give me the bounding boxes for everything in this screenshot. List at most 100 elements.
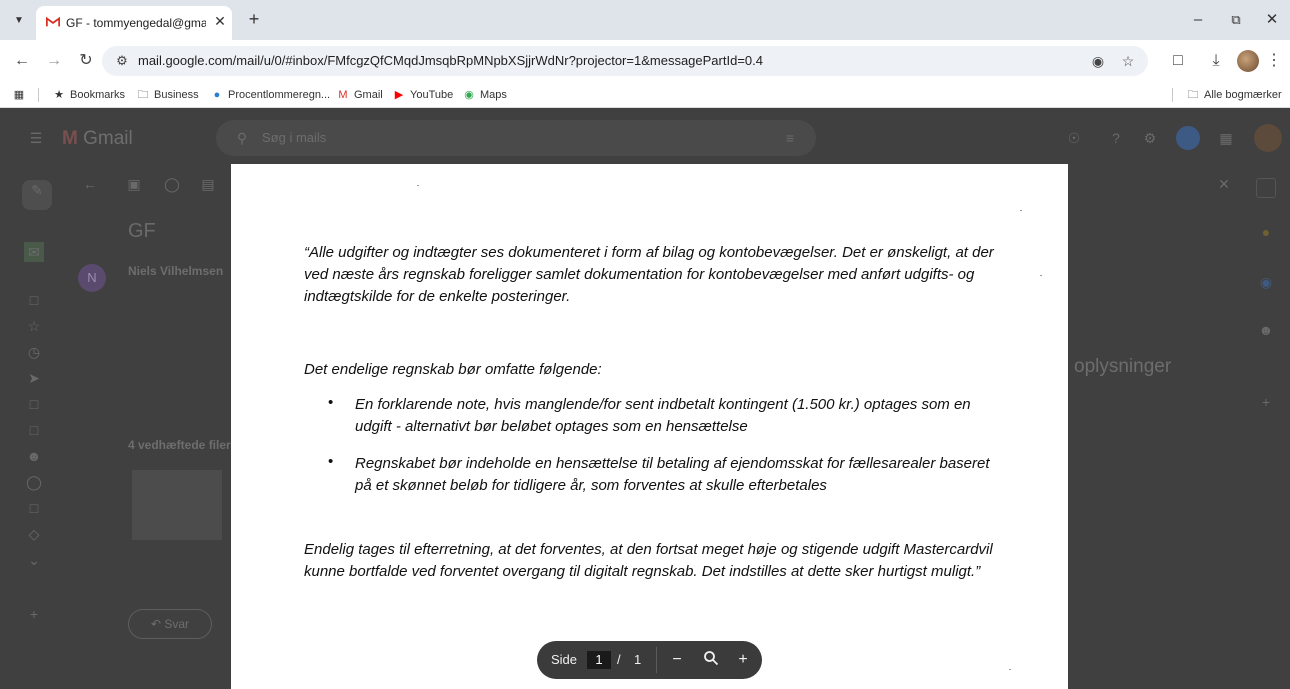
new-tab-icon[interactable]: + <box>244 9 264 29</box>
bullet-dot: • <box>328 453 334 470</box>
pdf-page: “Alle udgifter og indtægter ses dokument… <box>231 164 1068 689</box>
starred-icon[interactable]: ☆ <box>24 316 44 336</box>
scan-speck <box>1040 275 1042 276</box>
restore-icon[interactable]: ⧉ <box>1224 10 1248 30</box>
pdf-paragraph-3: Endelig tages til efterretning, at det f… <box>304 541 993 580</box>
mail-icon[interactable]: ✉ <box>24 242 44 262</box>
attachment-thumbnail[interactable] <box>132 470 222 540</box>
filter-icon[interactable]: ≡ <box>780 128 800 148</box>
bookmarks-bar: ▦ ★ Bookmarks 🗀 Business ● Procentlommeregn… <box>0 82 1290 108</box>
tab-gmail[interactable]: GF - tommyengedal@gmail.com ✕ <box>36 6 232 40</box>
star-icon: ★ <box>54 89 64 101</box>
back-arrow-icon[interactable]: ← <box>12 51 32 71</box>
sender-avatar: N <box>78 264 106 292</box>
attachments-label: 4 vedhæftede filer <box>128 438 231 452</box>
chat-icon[interactable]: □ <box>24 498 44 518</box>
folder-icon: 🗀 <box>1187 89 1199 101</box>
back-icon[interactable]: ← <box>80 174 100 194</box>
settings-gear-icon[interactable]: ⚙ <box>1140 128 1160 148</box>
pdf-bullet-2: Regnskabet bør indeholde en hensættelse … <box>355 455 990 494</box>
close-viewer-icon[interactable]: ✕ <box>1214 174 1234 194</box>
bookmark-youtube[interactable]: ▶ YouTube <box>392 87 453 103</box>
calendar-icon[interactable] <box>1256 178 1276 198</box>
toolbar-divider <box>656 647 657 673</box>
bookmark-star-icon[interactable]: ☆ <box>1118 51 1138 71</box>
bookmark-gmail[interactable]: M Gmail <box>336 87 382 103</box>
folder-icon: 🗀 <box>137 89 149 101</box>
gmail-search[interactable]: ⚲ Søg i mails ≡ <box>216 120 816 156</box>
tab-search-chevron-icon[interactable]: ▼ <box>9 11 29 31</box>
page-label: Side <box>551 652 578 667</box>
bookmarks-divider <box>38 88 39 102</box>
account-avatar[interactable] <box>1254 124 1282 152</box>
scan-speck <box>1009 669 1011 670</box>
drafts-icon[interactable]: □ <box>24 394 44 414</box>
pdf-bullet-1: En forklarende note, hvis manglende/for … <box>355 396 971 435</box>
url-text[interactable]: mail.google.com/mail/u/0/#inbox/FMfcgzQf… <box>138 53 763 68</box>
reply-icon: ↶ <box>150 617 162 631</box>
calculator-icon: ● <box>213 89 221 101</box>
delete-icon[interactable]: ▤ <box>198 174 218 194</box>
forward-arrow-icon[interactable]: → <box>44 51 64 71</box>
gemini-icon[interactable] <box>1176 126 1200 150</box>
expand-icon[interactable]: ⌄ <box>24 550 44 570</box>
search-placeholder: Søg i mails <box>262 130 327 145</box>
profile-avatar[interactable] <box>1237 50 1259 72</box>
extensions-icon[interactable]: □ <box>1168 51 1188 71</box>
zoom-out-button[interactable]: − <box>667 650 687 670</box>
people-icon[interactable]: ☻ <box>24 446 44 466</box>
add-icon[interactable]: + <box>24 604 44 624</box>
browser-toolbar: ← → ↻ ⚙ mail.google.com/mail/u/0/#inbox/… <box>0 40 1290 82</box>
address-bar[interactable]: ⚙ mail.google.com/mail/u/0/#inbox/FMfcgz… <box>102 46 1148 76</box>
maps-icon: ◉ <box>464 89 474 101</box>
label-icon[interactable]: □ <box>24 420 44 440</box>
add-addon-icon[interactable]: + <box>1256 392 1276 412</box>
gmail-logo: M Gmail <box>62 128 133 149</box>
pdf-paragraph-2: Det endelige regnskab bør omfatte følgen… <box>304 361 602 378</box>
pdf-page-toolbar: Side 1 / 1 − + <box>537 641 762 679</box>
apps-grid-icon[interactable]: ▦ <box>12 87 30 103</box>
compose-icon[interactable]: ✎ <box>22 180 52 210</box>
sender-name: Niels Vilhelmsen <box>128 264 224 278</box>
snoozed-icon[interactable]: ◷ <box>24 342 44 362</box>
bullet-dot: • <box>328 394 334 411</box>
sent-icon[interactable]: ➤ <box>24 368 44 388</box>
youtube-icon: ▶ <box>394 89 404 101</box>
reload-icon[interactable]: ↻ <box>76 51 96 71</box>
tasks-icon[interactable]: ◉ <box>1256 272 1276 292</box>
keep-icon[interactable]: ● <box>1256 222 1276 242</box>
spam-icon[interactable]: ◯ <box>162 174 182 194</box>
archive-icon[interactable]: ▣ <box>124 174 144 194</box>
apps-icon[interactable]: ▦ <box>1216 128 1236 148</box>
gmail-icon: M <box>338 89 348 101</box>
more-menu-icon[interactable]: ⋮ <box>1264 51 1284 71</box>
main-menu-icon[interactable]: ☰ <box>26 128 46 148</box>
lens-icon[interactable]: ◉ <box>1088 51 1108 71</box>
current-page-input[interactable]: 1 <box>587 651 611 669</box>
all-bookmarks[interactable]: 🗀 Alle bogmærker <box>1186 87 1282 103</box>
tab-title: GF - tommyengedal@gmail.com <box>66 16 206 30</box>
minimize-icon[interactable]: – <box>1186 10 1210 30</box>
bookmark-business[interactable]: 🗀 Business <box>136 87 199 103</box>
site-info-icon[interactable]: ⚙ <box>112 51 132 71</box>
contacts-icon[interactable]: ☻ <box>1256 320 1276 340</box>
download-icon[interactable]: ⤓ <box>1206 51 1226 71</box>
bookmark-bookmarks[interactable]: ★ Bookmarks <box>52 87 125 103</box>
tab-strip: ▼ GF - tommyengedal@gmail.com ✕ + – ⧉ ✕ <box>0 0 1290 40</box>
support-icon[interactable]: ☉ <box>1064 128 1084 148</box>
pdf-paragraph-1: “Alle udgifter og indtægter ses dokument… <box>304 244 994 305</box>
window-close-icon[interactable]: ✕ <box>1260 10 1284 30</box>
inbox-icon[interactable]: □ <box>24 290 44 310</box>
zoom-fit-icon[interactable] <box>701 650 721 670</box>
scan-speck <box>1020 210 1022 211</box>
search-icon: ⚲ <box>236 130 248 146</box>
bookmark-procentlommeregner[interactable]: ● Procentlommeregn... <box>210 87 330 103</box>
reply-button[interactable]: ↶ Svar <box>128 609 212 639</box>
page-separator: / <box>617 652 621 667</box>
zoom-in-button[interactable]: + <box>733 650 753 670</box>
label-icon[interactable]: ◇ <box>24 524 44 544</box>
tab-close-icon[interactable]: ✕ <box>212 13 228 29</box>
label-icon[interactable]: ◯ <box>24 472 44 492</box>
bookmark-maps[interactable]: ◉ Maps <box>462 87 507 103</box>
help-icon[interactable]: ? <box>1106 128 1126 148</box>
